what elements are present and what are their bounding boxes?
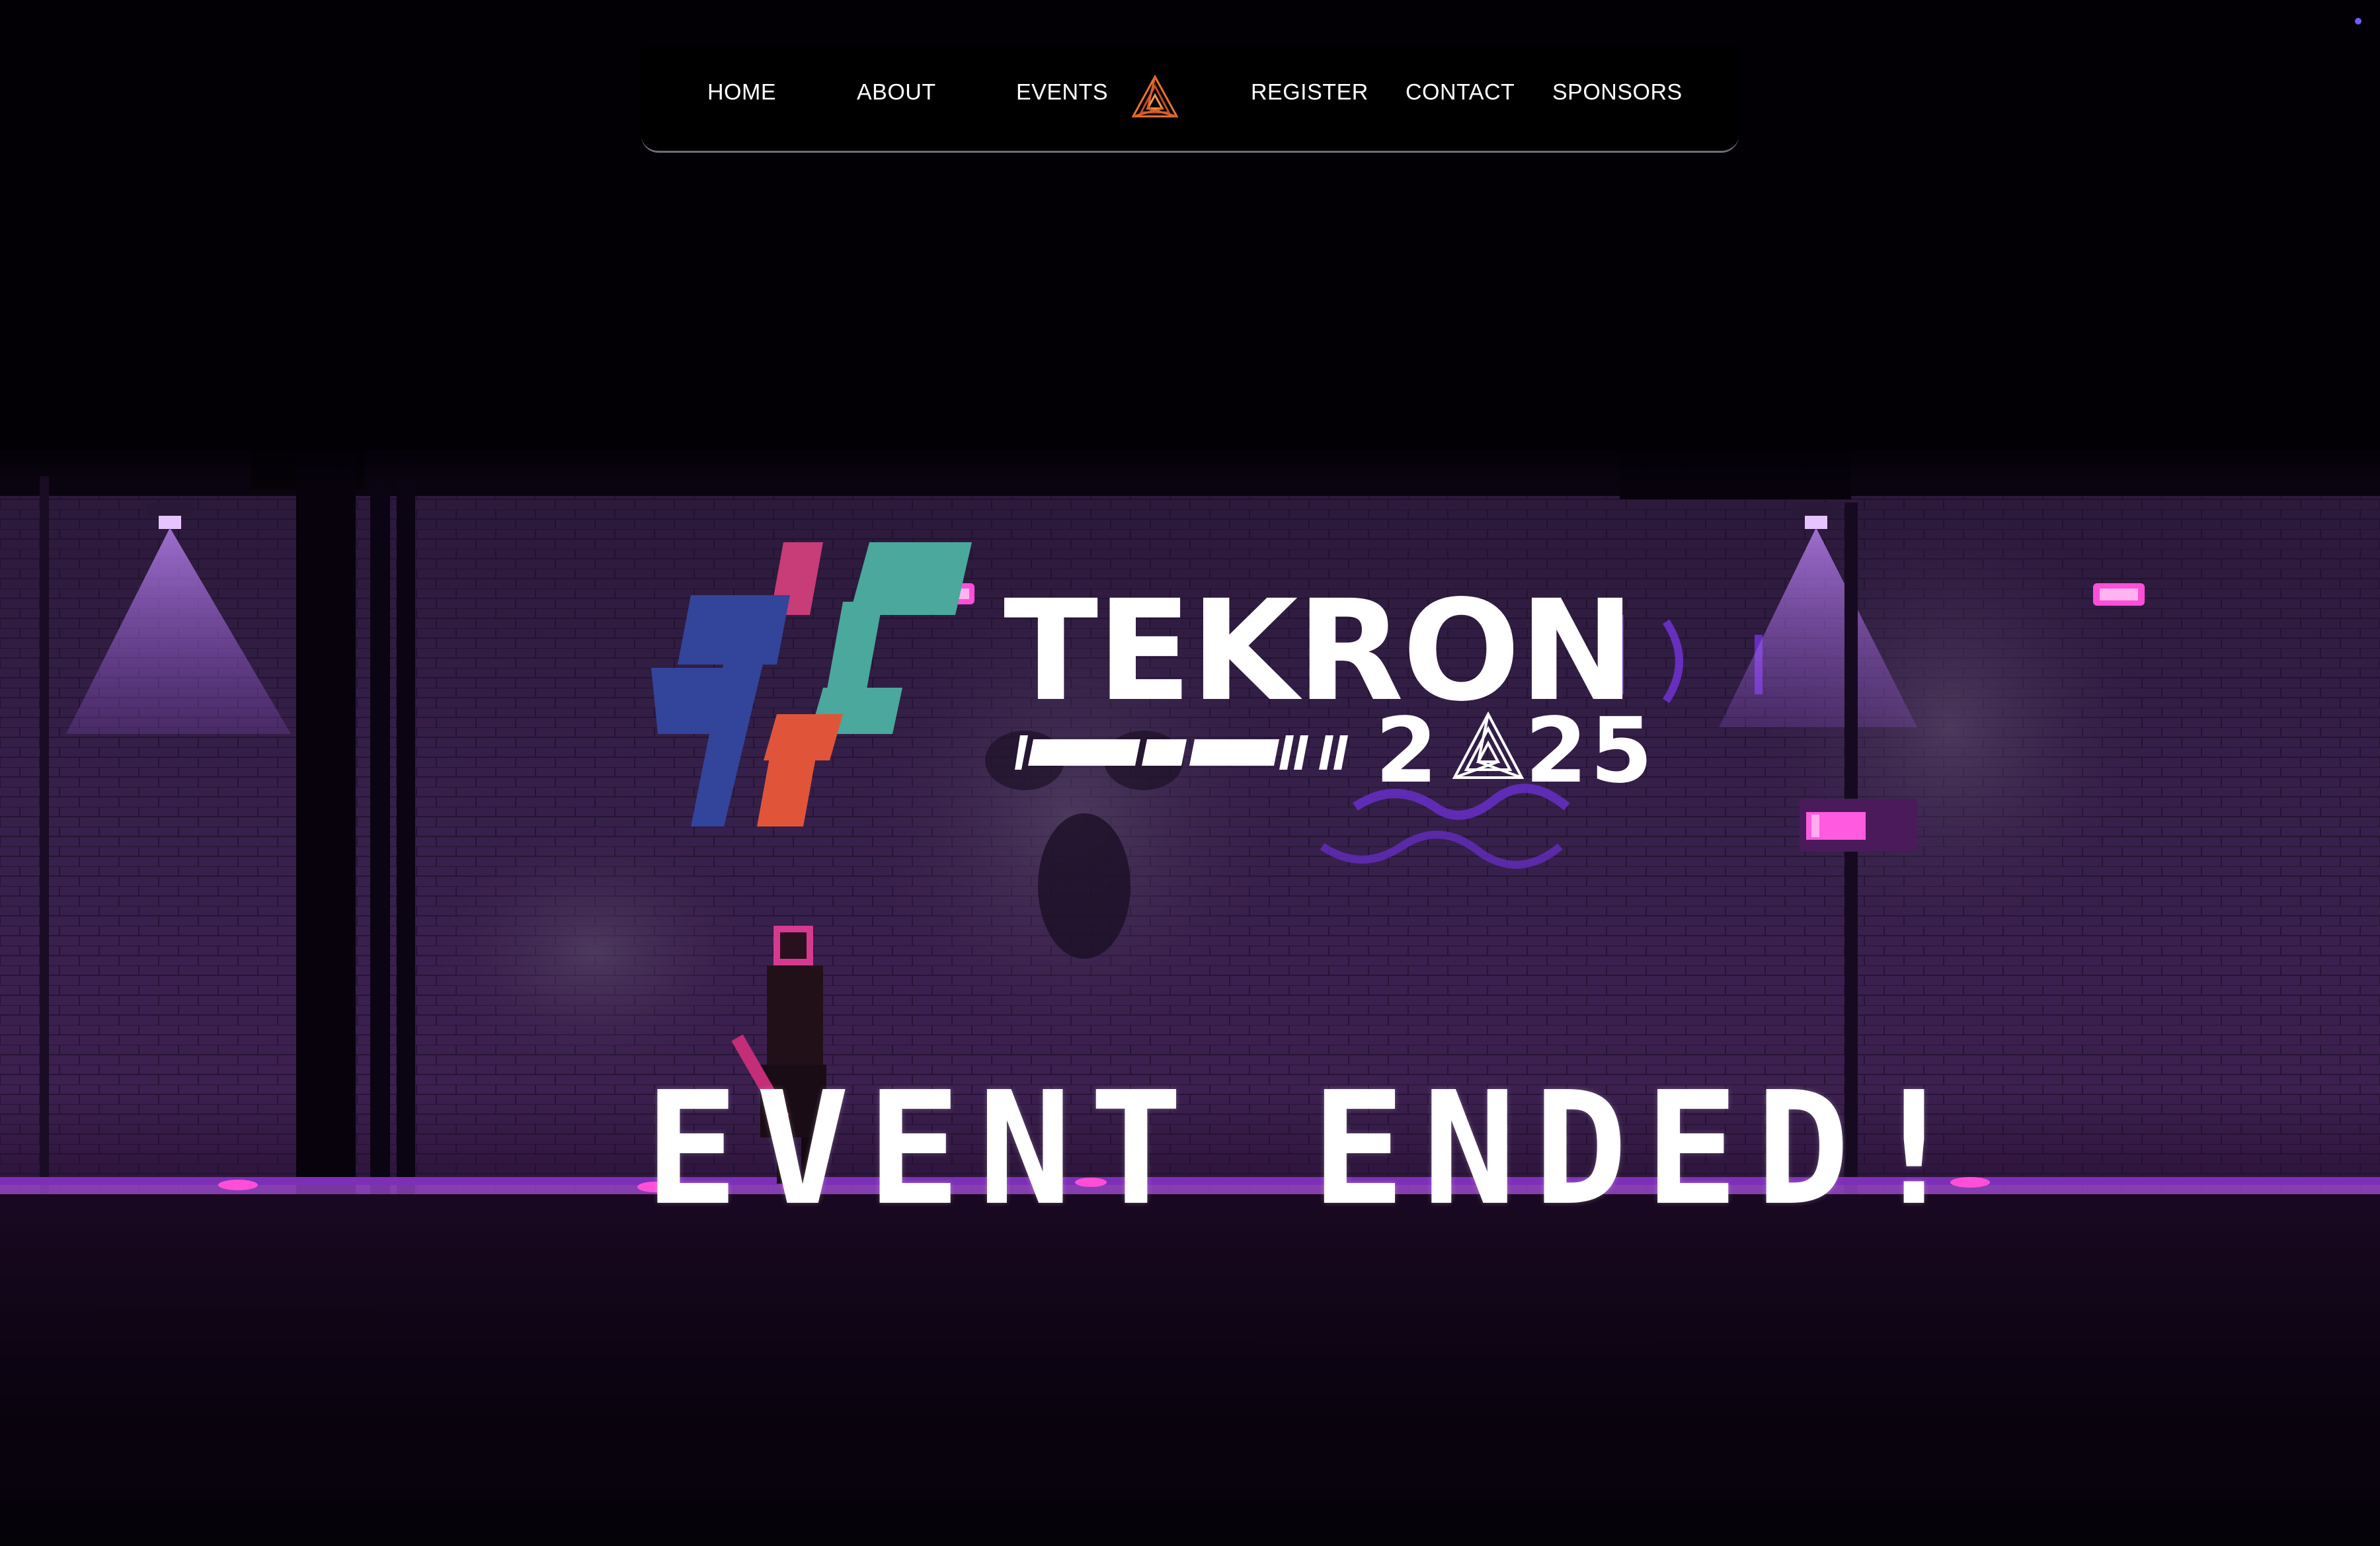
top-navigation: HOME ABOUT EVENTS REGISTER CONTACT SPONS… [641, 46, 1739, 153]
page-root: HOME ABOUT EVENTS REGISTER CONTACT SPONS… [0, 0, 2380, 1546]
year-prefix: 2 [1375, 699, 1441, 803]
hashtag-logo-icon [651, 542, 972, 827]
decorative-speed-bars [1015, 735, 1348, 770]
status-dot [2355, 18, 2361, 24]
year-suffix: 25 [1525, 699, 1655, 803]
nav-register-link[interactable]: REGISTER [1251, 80, 1368, 106]
nav-events-link[interactable]: EVENTS [1016, 80, 1108, 106]
triangle-emblem-icon [1452, 711, 1525, 779]
event-status-headline: EVENT ENDED! [645, 1058, 1979, 1240]
nav-home-link[interactable]: HOME [707, 80, 776, 106]
nav-sponsors-link[interactable]: SPONSORS [1552, 80, 1683, 106]
nav-about-link[interactable]: ABOUT [857, 80, 936, 106]
nav-contact-link[interactable]: CONTACT [1406, 80, 1515, 106]
triangle-emblem-icon[interactable] [1129, 73, 1181, 124]
